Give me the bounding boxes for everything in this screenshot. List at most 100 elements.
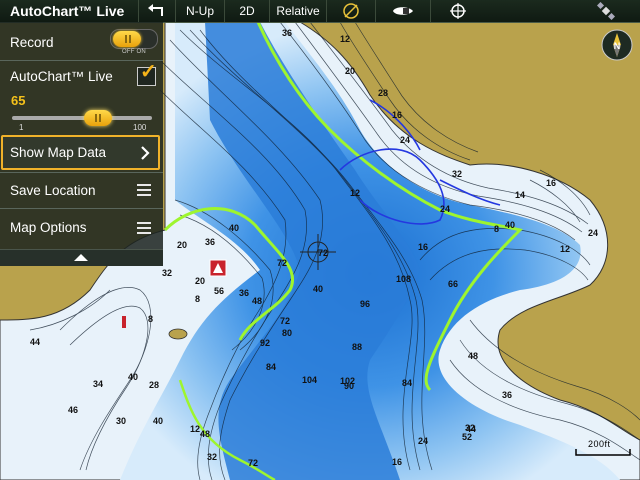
depth-label: 36 (205, 237, 215, 247)
boat-button[interactable] (375, 0, 430, 22)
depth-label: 40 (313, 284, 323, 294)
crosshair-icon (450, 3, 466, 19)
depth-label: 28 (149, 380, 159, 390)
save-location-label: Save Location (10, 182, 96, 198)
depth-label: 92 (260, 338, 270, 348)
depth-label: 48 (252, 296, 262, 306)
depth-label: 14 (515, 190, 525, 200)
depth-label: 66 (448, 279, 458, 289)
sensitivity-value: 65 (11, 93, 26, 108)
depth-label: 72 (248, 458, 258, 468)
waypoint-marker[interactable] (209, 259, 227, 277)
north-compass-icon[interactable]: N (601, 29, 633, 61)
checkmark-icon: ✓ (140, 61, 157, 83)
save-location-row[interactable]: Save Location (0, 174, 163, 206)
scale-label: 200ft (588, 439, 611, 449)
depth-label: 90 (344, 381, 354, 391)
depth-label: 32 (207, 452, 217, 462)
depth-label: 16 (392, 457, 402, 467)
depth-label: 8 (494, 224, 499, 234)
shallow-marker (122, 316, 126, 328)
show-map-data-row[interactable]: Show Map Data (0, 135, 163, 170)
depth-label: 48 (200, 429, 210, 439)
chevron-up-icon (74, 254, 88, 261)
status-area (485, 0, 631, 22)
satellite-status-icon (597, 2, 615, 20)
top-bar: AutoChart™ Live N-Up 2D Relative (0, 0, 640, 23)
depth-label: 34 (93, 379, 103, 389)
mode-button[interactable]: Relative (269, 0, 326, 22)
back-button[interactable] (138, 0, 175, 22)
depth-label: 108 (396, 274, 411, 284)
depth-label: 8 (148, 314, 153, 324)
depth-label: 40 (505, 220, 515, 230)
depth-label: 72 (280, 316, 290, 326)
return-arrow-icon (148, 4, 163, 16)
toggle-knob (113, 31, 141, 47)
shoal (168, 328, 188, 340)
slider-min-label: 1 (19, 123, 24, 132)
app-title: AutoChart™ Live (10, 3, 125, 19)
menu-lines-icon (137, 219, 151, 237)
compass-north-label: N (614, 41, 621, 51)
depth-label: 36 (282, 28, 292, 38)
toggle-off-label: OFF (122, 49, 135, 55)
depth-label: 40 (128, 372, 138, 382)
depth-label: 16 (546, 178, 556, 188)
orientation-button[interactable]: N-Up (175, 0, 224, 22)
depth-label: 32 (465, 423, 475, 433)
depth-label: 96 (360, 299, 370, 309)
toggle-on-label: ON (136, 49, 146, 55)
boat-icon (393, 7, 413, 15)
depth-label: 20 (195, 276, 205, 286)
depth-label: 36 (502, 390, 512, 400)
depth-label: 12 (190, 424, 200, 434)
toggle-labels: OFF ON (122, 49, 146, 55)
satellite-dish-icon (343, 3, 359, 19)
sensitivity-slider-track[interactable] (12, 116, 152, 120)
collapse-panel-button[interactable] (0, 249, 163, 266)
depth-label: 40 (229, 223, 239, 233)
autochart-live-label: AutoChart™ Live (10, 68, 113, 84)
depth-label: 28 (378, 88, 388, 98)
chevron-right-icon (141, 145, 150, 160)
depth-label: 20 (177, 240, 187, 250)
depth-label: 52 (462, 432, 472, 442)
gps-button[interactable] (326, 0, 375, 22)
depth-label: 12 (340, 34, 350, 44)
depth-label: 16 (418, 242, 428, 252)
depth-label: 12 (560, 244, 570, 254)
depth-label: 46 (68, 405, 78, 415)
depth-label: 56 (214, 286, 224, 296)
view-button[interactable]: 2D (224, 0, 269, 22)
chart-options-panel: Record OFF ON AutoChart™ Live ✓ 65 1 100… (0, 22, 163, 266)
depth-label: 84 (266, 362, 276, 372)
depth-label: 36 (239, 288, 249, 298)
depth-label: 16 (392, 110, 402, 120)
record-label: Record (10, 34, 54, 50)
map-options-label: Map Options (10, 220, 87, 235)
menu-lines-icon (137, 181, 151, 199)
record-toggle[interactable] (110, 29, 158, 49)
sensitivity-slider-knob[interactable] (84, 110, 112, 126)
divider (0, 208, 163, 209)
depth-label: 72 (318, 248, 328, 258)
depth-label: 24 (400, 135, 410, 145)
depth-label: 24 (418, 436, 428, 446)
depth-label: 72 (277, 258, 287, 268)
depth-label: 20 (345, 66, 355, 76)
depth-label: 8 (195, 294, 200, 304)
depth-label: 48 (468, 351, 478, 361)
map-options-row[interactable]: Map Options (0, 210, 163, 245)
divider (0, 172, 163, 173)
depth-label: 40 (153, 416, 163, 426)
depth-label: 104 (302, 375, 317, 385)
depth-label: 44 (30, 337, 40, 347)
depth-label: 12 (350, 188, 360, 198)
divider (0, 60, 163, 61)
depth-label: 30 (116, 416, 126, 426)
show-map-data-label: Show Map Data (10, 145, 107, 160)
slider-max-label: 100 (133, 123, 147, 132)
crosshair-button[interactable] (430, 0, 485, 22)
depth-label: 88 (352, 342, 362, 352)
